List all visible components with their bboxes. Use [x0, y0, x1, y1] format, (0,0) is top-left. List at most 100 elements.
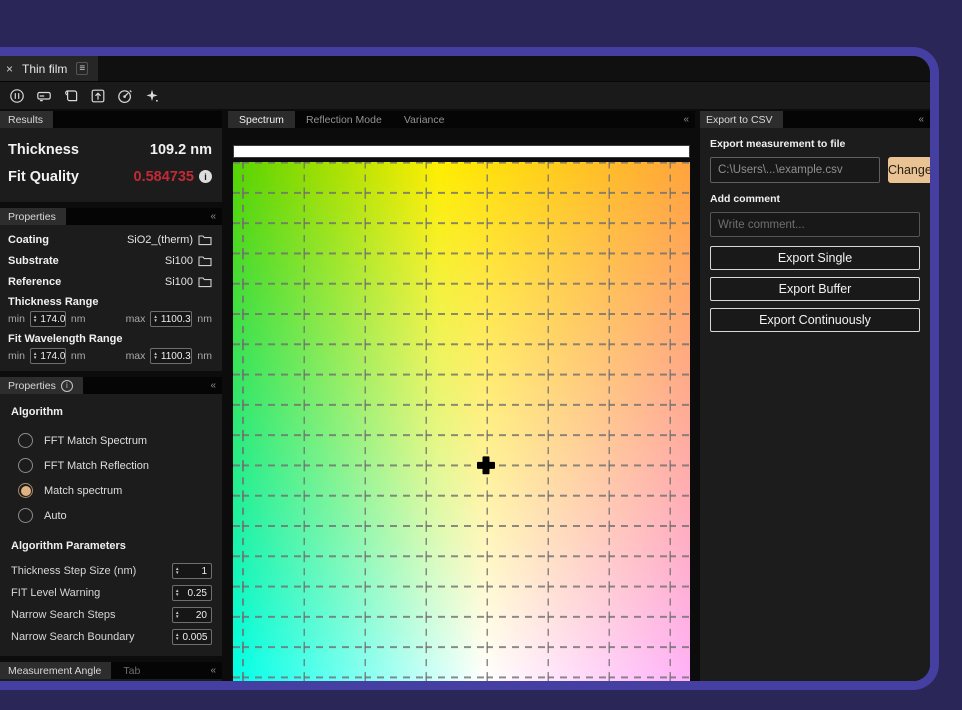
substrate-value: Si100 — [165, 255, 193, 267]
chart-top-strip — [233, 145, 690, 158]
spinner-icon[interactable]: ▲▼ — [153, 315, 157, 323]
upload-box-icon[interactable] — [89, 87, 107, 105]
tab-reflection-mode[interactable]: Reflection Mode — [295, 111, 393, 128]
radio-match-spectrum[interactable]: Match spectrum — [8, 478, 212, 503]
spinner-icon[interactable]: ▲▼ — [175, 611, 179, 619]
wavelength-max-input[interactable]: ▲▼ 1100.3 — [150, 348, 192, 364]
min-label: min — [8, 350, 25, 362]
algorithm-title: Algorithm — [11, 404, 212, 420]
folder-icon[interactable] — [198, 255, 212, 267]
export-tab[interactable]: Export to CSV — [700, 111, 783, 128]
param-label: Narrow Search Boundary — [11, 631, 135, 643]
collapse-icon[interactable]: « — [683, 111, 695, 128]
coating-label: Coating — [8, 234, 49, 246]
thickness-min-input[interactable]: ▲▼ 174.0 — [30, 311, 66, 327]
export-single-button[interactable]: Export Single — [710, 246, 920, 270]
algorithm-tab-label: Properties — [8, 380, 56, 392]
results-header: Results — [0, 111, 222, 128]
radio-fft-match-reflection[interactable]: FFT Match Reflection — [8, 453, 212, 478]
main-area: Results Thickness 109.2 nm Fit Quality 0… — [0, 109, 930, 681]
device-icon[interactable] — [35, 87, 53, 105]
algorithm-tab[interactable]: Properties i — [0, 377, 83, 394]
radio-auto[interactable]: Auto — [8, 503, 212, 528]
export-buffer-button[interactable]: Export Buffer — [710, 277, 920, 301]
unit-label: nm — [197, 313, 212, 325]
export-header: Export to CSV « — [700, 111, 930, 128]
fit-quality-label: Fit Quality — [8, 169, 79, 185]
fit-level-input[interactable]: ▲▼ 0.25 — [172, 585, 212, 601]
colormap-svg — [233, 162, 690, 681]
spinner-icon[interactable]: ▲▼ — [175, 589, 179, 597]
radio-icon[interactable] — [18, 433, 33, 448]
window-tab-title: Thin film — [22, 62, 67, 76]
narrow-steps-input[interactable]: ▲▼ 20 — [172, 607, 212, 623]
param-narrow-steps-row: Narrow Search Steps ▲▼ 20 — [8, 604, 212, 626]
radio-label: Match spectrum — [44, 485, 122, 497]
collapse-icon[interactable]: « — [210, 208, 222, 225]
results-tab-label: Results — [8, 114, 43, 126]
radio-selected-icon[interactable] — [18, 483, 33, 498]
radio-icon[interactable] — [18, 508, 33, 523]
coating-row: Coating SiO2_(therm) — [8, 229, 212, 250]
chart-tabbar: Spectrum Reflection Mode Variance « — [228, 111, 695, 128]
reference-value: Si100 — [165, 276, 193, 288]
param-label: Thickness Step Size (nm) — [11, 565, 136, 577]
export-panel: Export to CSV « Export measurement to fi… — [700, 111, 930, 681]
reference-label: Reference — [8, 276, 61, 288]
measurement-angle-tab-label: Measurement Angle — [8, 665, 101, 677]
radio-fft-match-spectrum[interactable]: FFT Match Spectrum — [8, 428, 212, 453]
collapse-icon[interactable]: « — [210, 377, 222, 394]
narrow-boundary-input[interactable]: ▲▼ 0.005 — [172, 629, 212, 645]
thickness-max-input[interactable]: ▲▼ 1100.3 — [150, 311, 192, 327]
param-label: FIT Level Warning — [11, 587, 100, 599]
thickness-range-row: min ▲▼ 174.0 nm max ▲▼ 1100.3 nm — [8, 309, 212, 329]
algorithm-header: Properties i « — [0, 377, 222, 394]
wavelength-min-input[interactable]: ▲▼ 174.0 — [30, 348, 66, 364]
center-panel: Spectrum Reflection Mode Variance « — [228, 111, 695, 681]
wavelength-range-title: Fit Wavelength Range — [8, 331, 212, 346]
info-icon[interactable]: i — [199, 170, 212, 183]
results-tab[interactable]: Results — [0, 111, 53, 128]
pause-circle-icon[interactable] — [8, 87, 26, 105]
param-label: Narrow Search Steps — [11, 609, 116, 621]
reference-row: Reference Si100 — [8, 271, 212, 292]
tab-spectrum[interactable]: Spectrum — [228, 111, 295, 128]
substrate-label: Substrate — [8, 255, 59, 267]
param-narrow-boundary-row: Narrow Search Boundary ▲▼ 0.005 — [8, 626, 212, 648]
spinner-icon[interactable]: ▲▼ — [33, 352, 37, 360]
collapse-icon[interactable]: « — [210, 662, 222, 679]
thickness-row: Thickness 109.2 nm — [8, 136, 212, 163]
folder-icon[interactable] — [198, 276, 212, 288]
sparkle-icon[interactable] — [143, 87, 161, 105]
spinner-icon[interactable]: ▲▼ — [33, 315, 37, 323]
spinner-icon[interactable]: ▲▼ — [175, 633, 179, 641]
algorithm-section: Properties i « Algorithm FFT Match Spect… — [0, 377, 222, 656]
fit-quality-row: Fit Quality 0.584735 i — [8, 163, 212, 190]
change-button[interactable]: Change — [888, 157, 930, 183]
thickness-step-input[interactable]: ▲▼ 1 — [172, 563, 212, 579]
tab-variance[interactable]: Variance — [393, 111, 456, 128]
folder-icon[interactable] — [198, 234, 212, 246]
menu-icon[interactable]: ≡ — [76, 62, 88, 75]
comment-input[interactable] — [710, 212, 920, 237]
radio-icon[interactable] — [18, 458, 33, 473]
max-label: max — [126, 313, 146, 325]
export-continuously-button[interactable]: Export Continuously — [710, 308, 920, 332]
results-section: Results Thickness 109.2 nm Fit Quality 0… — [0, 111, 222, 202]
max-label: max — [126, 350, 146, 362]
properties-tab[interactable]: Properties — [0, 208, 66, 225]
gauge-icon[interactable] — [116, 87, 134, 105]
spinner-icon[interactable]: ▲▼ — [153, 352, 157, 360]
measurement-angle-tab[interactable]: Measurement Angle — [0, 662, 111, 679]
window-tab[interactable]: × Thin film ≡ — [0, 56, 98, 81]
param-fit-level-row: FIT Level Warning ▲▼ 0.25 — [8, 582, 212, 604]
substrate-row: Substrate Si100 — [8, 250, 212, 271]
export-path-input[interactable] — [710, 157, 880, 183]
collapse-icon[interactable]: « — [918, 111, 930, 128]
script-icon[interactable] — [62, 87, 80, 105]
secondary-tab[interactable]: Tab — [111, 662, 152, 679]
chart-colormap[interactable] — [233, 162, 690, 681]
min-label: min — [8, 313, 25, 325]
spinner-icon[interactable]: ▲▼ — [175, 567, 179, 575]
close-icon[interactable]: × — [6, 62, 13, 76]
